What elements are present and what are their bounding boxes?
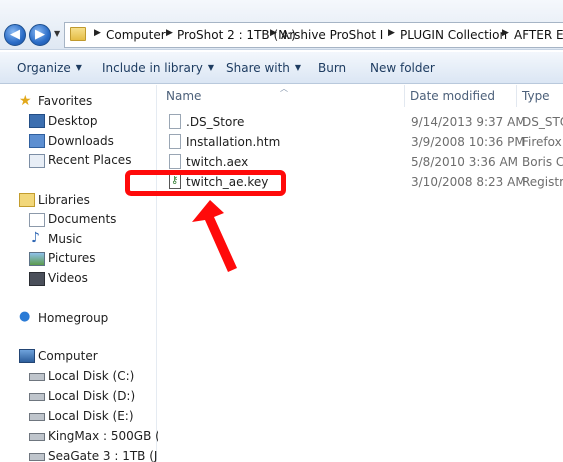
red-arrow-icon (192, 200, 237, 272)
column-header-type[interactable]: Type (522, 89, 550, 103)
file-type: Registrat (522, 175, 563, 189)
sidebar-item-downloads[interactable]: Downloads (48, 134, 114, 148)
organize-label: Organize (17, 61, 71, 75)
table-row[interactable]: Installation.htm 3/9/2008 10:36 PM Firef… (158, 132, 563, 152)
sidebar-item-drive-i[interactable]: KingMax : 500GB (I:) (48, 429, 172, 443)
chevron-right-icon[interactable]: ▶ (502, 28, 509, 38)
file-type: DS_STOR (522, 115, 563, 129)
share-with-button[interactable]: Share with ▼ (226, 61, 301, 75)
breadcrumb[interactable]: ▶ Computer ▶ ProShot 2 : 1TB (N:) ▶ Arsh… (64, 22, 563, 48)
table-row[interactable]: twitch.aex 5/8/2010 3:36 AM Boris Co (158, 152, 563, 172)
file-date: 9/14/2013 9:37 AM (411, 115, 526, 129)
forward-button[interactable]: ▶ (29, 24, 51, 46)
breadcrumb-item[interactable]: Arshive ProShot I (281, 28, 383, 42)
sidebar-item-documents[interactable]: Documents (48, 212, 116, 226)
table-row[interactable]: .DS_Store 9/14/2013 9:37 AM DS_STOR (158, 112, 563, 132)
sidebar-item-music[interactable]: Music (48, 232, 82, 246)
desktop-icon (29, 114, 45, 128)
file-type: Boris Co (522, 155, 563, 169)
sidebar-item-drive-c[interactable]: Local Disk (C:) (48, 369, 134, 383)
drive-icon (29, 433, 45, 441)
chevron-right-icon[interactable]: ▶ (94, 28, 101, 38)
sidebar-item-recent-places[interactable]: Recent Places (48, 153, 131, 167)
recent-pages-dropdown-icon[interactable]: ▼ (54, 29, 60, 38)
drive-icon (29, 373, 45, 381)
organize-button[interactable]: Organize ▼ (17, 61, 82, 75)
sidebar-item-drive-e[interactable]: Local Disk (E:) (48, 409, 134, 423)
column-header-date-modified[interactable]: Date modified (410, 89, 495, 103)
command-bar: Organize ▼ Include in library ▼ Share with… (0, 52, 563, 84)
breadcrumb-item[interactable]: PLUGIN Collection (400, 28, 507, 42)
downloads-icon (29, 134, 45, 148)
homegroup-icon: ● (19, 309, 31, 324)
share-label: Share with (226, 61, 290, 75)
pictures-icon (29, 252, 45, 266)
chevron-right-icon[interactable]: ▶ (388, 28, 395, 38)
file-name: Installation.htm (186, 135, 281, 149)
sort-ascending-icon: ︿ (280, 84, 288, 93)
videos-icon (29, 272, 45, 286)
pane-splitter[interactable] (156, 85, 157, 462)
file-name: twitch.aex (186, 155, 249, 169)
drive-icon (29, 393, 45, 401)
drive-icon (29, 453, 45, 461)
sidebar-group-libraries[interactable]: Libraries (38, 193, 90, 207)
chevron-down-icon: ▼ (294, 63, 302, 72)
libraries-icon (19, 193, 35, 207)
column-header-name[interactable]: Name (166, 89, 201, 103)
file-icon (169, 154, 181, 169)
column-divider[interactable] (404, 85, 405, 107)
documents-icon (29, 213, 45, 227)
breadcrumb-item[interactable]: AFTER EFFE (514, 28, 563, 42)
file-name: .DS_Store (186, 115, 245, 129)
chevron-down-icon: ▼ (75, 63, 82, 72)
breadcrumb-item[interactable]: Computer (106, 28, 166, 42)
highlight-box (125, 170, 286, 196)
chevron-down-icon: ▼ (207, 63, 215, 72)
navigation-pane: ★ Favorites Desktop Downloads Recent Pla… (0, 85, 172, 462)
recent-places-icon (29, 154, 45, 168)
drive-icon (29, 413, 45, 421)
address-bar: ◀ ▶ ▼ ▶ Computer ▶ ProShot 2 : 1TB (N:) … (0, 0, 563, 50)
sidebar-group-homegroup[interactable]: Homegroup (38, 311, 108, 325)
sidebar-group-favorites[interactable]: Favorites (38, 94, 92, 108)
breadcrumb-item[interactable]: ProShot 2 : 1TB (N:) (177, 28, 296, 42)
new-folder-button[interactable]: New folder (370, 61, 435, 75)
sidebar-item-pictures[interactable]: Pictures (48, 251, 96, 265)
include-label: Include in library (102, 61, 203, 75)
sidebar-item-desktop[interactable]: Desktop (48, 114, 98, 128)
file-date: 3/10/2008 8:23 AM (411, 175, 526, 189)
sidebar-item-drive-d[interactable]: Local Disk (D:) (48, 389, 135, 403)
sidebar-item-drive-j[interactable]: SeaGate 3 : 1TB (J:) (48, 449, 166, 462)
computer-icon (19, 349, 35, 363)
music-icon: ♪ (31, 230, 40, 246)
file-date: 3/9/2008 10:36 PM (411, 135, 525, 149)
burn-button[interactable]: Burn (318, 61, 346, 75)
file-type: Firefox H (522, 135, 563, 149)
star-icon: ★ (19, 93, 32, 109)
chevron-right-icon[interactable]: ▶ (166, 28, 173, 38)
column-divider[interactable] (516, 85, 517, 107)
file-date: 5/8/2010 3:36 AM (411, 155, 519, 169)
chevron-right-icon[interactable]: ▶ (270, 28, 277, 38)
file-icon (169, 134, 181, 149)
sidebar-group-computer[interactable]: Computer (38, 349, 98, 363)
file-icon (169, 114, 181, 129)
folder-icon (70, 27, 86, 41)
back-button[interactable]: ◀ (4, 24, 26, 46)
sidebar-item-videos[interactable]: Videos (48, 271, 88, 285)
include-in-library-button[interactable]: Include in library ▼ (102, 61, 214, 75)
